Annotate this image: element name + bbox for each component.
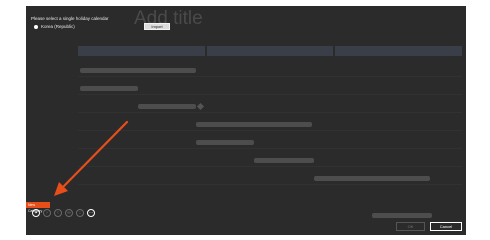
cancel-button[interactable]: Cancel [430,222,462,231]
move-icon[interactable]: ↕ [76,209,84,217]
pointer-arrow-icon [54,120,129,196]
more-icon[interactable]: ⋯ [87,209,95,217]
gantt-toolbar: + › ‹ ∞ ↕ ⋯ [32,209,95,217]
indent-icon[interactable]: › [43,209,51,217]
outdent-icon[interactable]: ‹ [54,209,62,217]
new-category-tooltip: New Category [26,202,50,213]
ok-button[interactable]: OK [396,222,425,231]
gantt-editor: Add title Please select a single holiday… [26,6,466,235]
add-icon[interactable]: + [32,209,40,217]
link-icon[interactable]: ∞ [65,209,73,217]
